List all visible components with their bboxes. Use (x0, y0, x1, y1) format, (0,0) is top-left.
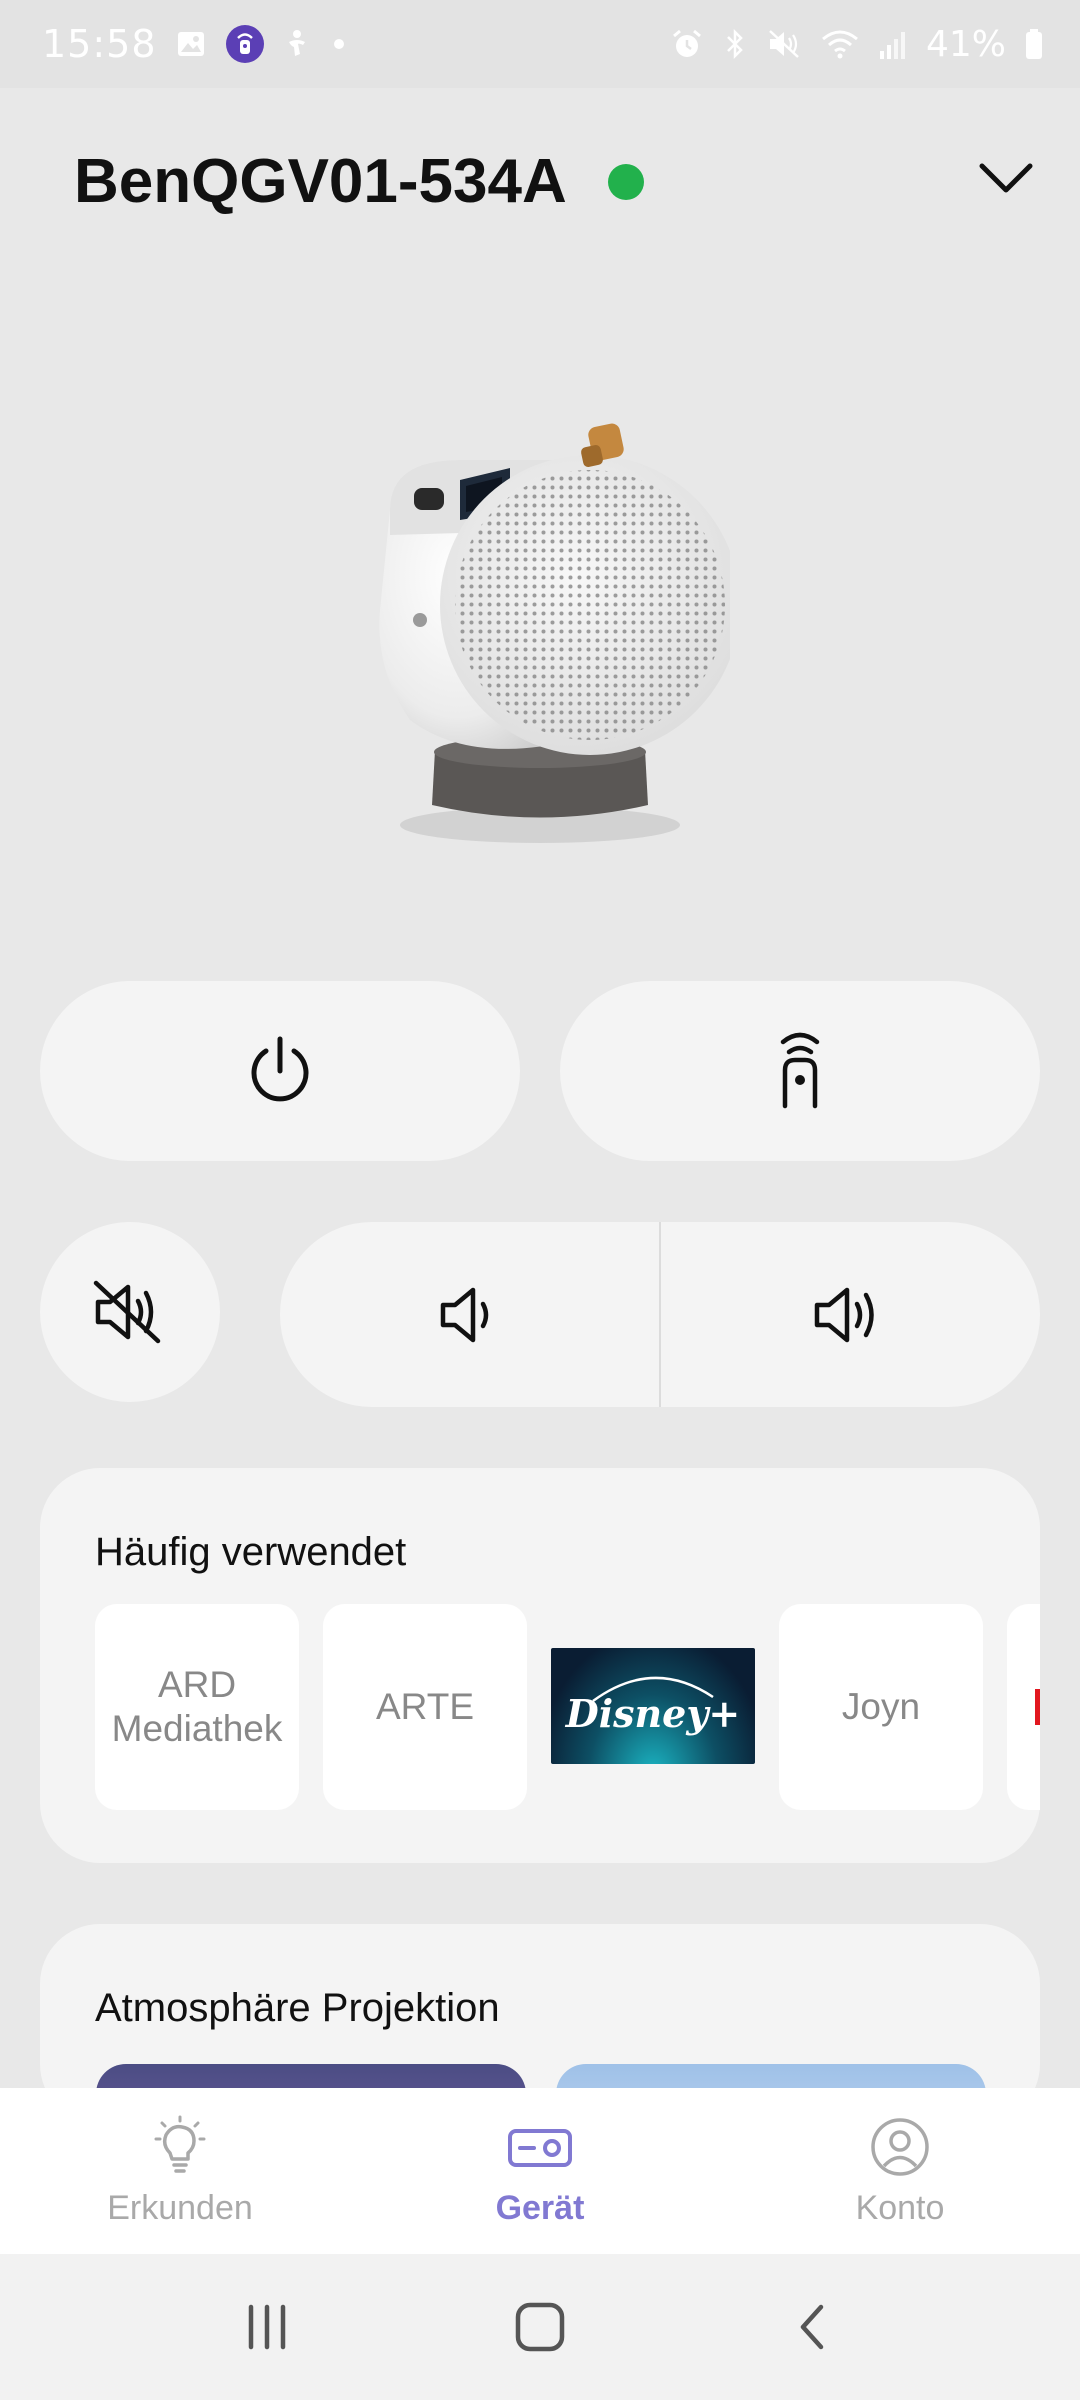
projector-icon (508, 2128, 572, 2167)
device-name: BenQGV01-534A (74, 147, 567, 216)
battery-percent: 41% (925, 23, 1006, 65)
header: BenQGV01-534A (0, 88, 1080, 273)
svg-text:Disney+: Disney+ (565, 1691, 741, 1736)
disney-plus-logo: Disney+ (565, 1676, 741, 1736)
status-time: 15:58 (42, 22, 157, 66)
power-icon (251, 1036, 309, 1102)
volume-mute-icon (93, 1280, 161, 1344)
recents-icon (248, 2304, 285, 2350)
lightbulb-icon (154, 2115, 206, 2173)
app-tile-ard[interactable]: ARD Mediathek (95, 1604, 299, 1810)
app-screen: 15:58 41% BenQGV01-534A Häufig verwendet… (0, 0, 1080, 2400)
account-icon (871, 2117, 929, 2176)
back-icon (801, 2304, 824, 2350)
app-tile-joyn[interactable]: Joyn (779, 1604, 983, 1810)
mute-icon (766, 27, 802, 61)
signal-icon (878, 27, 908, 61)
nav-explore-label: Erkunden (107, 2188, 253, 2227)
dot-icon (331, 36, 347, 52)
app-list: ARD Mediathek ARTE Disney+ Joyn (95, 1604, 1040, 1810)
app-notification-icon (225, 24, 265, 64)
nav-account[interactable]: Konto (720, 2088, 1080, 2254)
chevron-down-icon (979, 163, 1033, 193)
volume-down-button[interactable] (280, 1222, 659, 1407)
volume-down-icon (440, 1287, 488, 1342)
online-status-dot (608, 164, 644, 200)
wifi-icon (820, 27, 860, 61)
system-navigation (0, 2254, 1080, 2400)
bottom-navigation: Erkunden Gerät Konto (0, 2088, 1080, 2254)
frequently-used-card: Häufig verwendet ARD Mediathek ARTE Disn… (40, 1468, 1040, 1863)
volume-up-button[interactable] (661, 1222, 1040, 1407)
nav-device[interactable]: Gerät (360, 2088, 720, 2254)
gallery-icon (175, 28, 207, 60)
recents-button[interactable] (222, 2282, 312, 2372)
power-button[interactable] (40, 981, 520, 1161)
remote-button[interactable] (560, 981, 1040, 1161)
accessibility-icon (283, 28, 313, 60)
mute-button[interactable] (40, 1222, 220, 1402)
app-tile-arte[interactable]: ARTE (323, 1604, 527, 1810)
battery-icon (1024, 27, 1044, 61)
app-tile-disney[interactable]: Disney+ (551, 1648, 755, 1764)
volume-up-icon (814, 1287, 874, 1342)
nav-device-label: Gerät (495, 2188, 585, 2227)
partial-app-logo (1035, 1689, 1040, 1725)
frequently-used-title: Häufig verwendet (95, 1530, 407, 1574)
home-icon (515, 2302, 565, 2352)
projector-image (350, 420, 740, 860)
remote-icon (780, 1032, 820, 1109)
nav-explore[interactable]: Erkunden (0, 2088, 360, 2254)
app-tile-partial[interactable] (1007, 1604, 1040, 1810)
volume-control (280, 1222, 1040, 1407)
home-button[interactable] (495, 2282, 585, 2372)
atmosphere-projection-title: Atmosphäre Projektion (95, 1986, 500, 2030)
nav-account-label: Konto (855, 2188, 945, 2227)
device-dropdown-button[interactable] (970, 148, 1042, 208)
back-button[interactable] (768, 2282, 858, 2372)
status-bar: 15:58 41% (0, 0, 1080, 88)
bluetooth-icon (722, 27, 748, 61)
alarm-icon (670, 27, 704, 61)
